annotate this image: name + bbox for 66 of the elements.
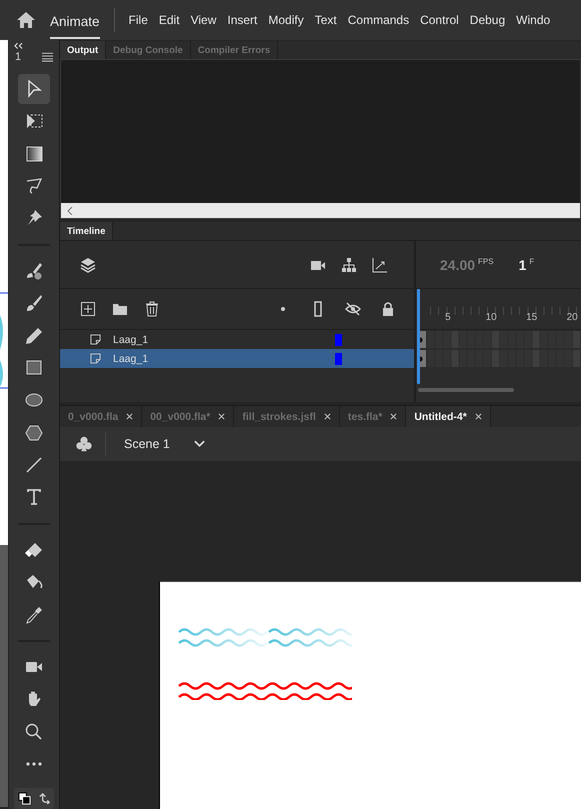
panel-number: 1 [15, 50, 22, 63]
tab-label[interactable]: Untitled-4* [414, 410, 467, 422]
pencil-icon [24, 326, 44, 346]
fps-unit: FPS [478, 257, 494, 266]
frame-value[interactable]: 1 [518, 256, 526, 272]
close-icon[interactable] [474, 413, 482, 420]
frame-number: 10 [486, 312, 497, 323]
layer-color[interactable] [335, 352, 342, 364]
lasso-icon [24, 176, 44, 196]
gradient-icon [24, 144, 44, 164]
menu-item[interactable]: Debug [470, 13, 506, 27]
menu-item[interactable]: File [128, 13, 148, 27]
scrollbar[interactable] [61, 203, 580, 218]
close-icon[interactable] [324, 413, 331, 420]
home-icon[interactable] [16, 10, 36, 30]
frame-unit: F [529, 257, 534, 266]
menu-item[interactable]: Commands [348, 13, 410, 27]
menu-item[interactable]: Edit [158, 13, 180, 27]
more-icon [26, 762, 42, 766]
line-icon [24, 455, 44, 476]
menu-item[interactable]: Insert [227, 13, 258, 27]
layer-row[interactable]: Laag_1 [60, 349, 414, 368]
menu-item[interactable]: Text [314, 13, 337, 27]
frame-number: 15 [526, 312, 538, 323]
layer-name[interactable]: Laag_1 [113, 334, 335, 346]
menu-icon[interactable] [42, 52, 53, 62]
layer-color[interactable] [335, 334, 342, 346]
layer-icon [90, 353, 101, 364]
document-tab[interactable]: Untitled-4* [406, 406, 491, 427]
graph-icon[interactable] [372, 256, 388, 272]
collapse-icon[interactable] [14, 43, 23, 49]
close-icon[interactable] [126, 413, 134, 420]
menu-item[interactable]: View [190, 13, 216, 27]
scene-name[interactable]: Scene 1 [124, 437, 170, 451]
frame-number: 20 [566, 312, 578, 323]
menu-item[interactable]: Modify [268, 13, 304, 27]
close-icon[interactable] [390, 413, 398, 420]
panel-tab[interactable]: Timeline [60, 222, 114, 240]
layers-icon[interactable] [80, 256, 96, 272]
folder-icon[interactable] [112, 301, 128, 317]
text-icon [24, 487, 44, 508]
layer-name[interactable]: Laag_1 [113, 352, 335, 364]
close-icon[interactable] [218, 413, 226, 420]
brush-icon [24, 293, 44, 314]
menu-item[interactable]: Windo [516, 13, 550, 27]
swap-colors-icon[interactable] [18, 792, 30, 806]
menu-item[interactable]: Control [420, 13, 459, 27]
paint-brush-icon [24, 260, 44, 281]
scrollbar-thumb[interactable] [418, 388, 514, 392]
lock-icon[interactable] [380, 301, 396, 317]
tool-button[interactable] [18, 74, 50, 104]
layer-icon [90, 334, 101, 345]
chevron-down-icon[interactable] [194, 440, 205, 448]
scroll-left-icon[interactable] [67, 206, 73, 214]
swap-arrow-icon[interactable] [38, 792, 50, 806]
search-icon [24, 722, 44, 742]
trash-icon[interactable] [144, 301, 160, 317]
hierarchy-icon[interactable] [341, 256, 357, 272]
eyedropper-icon [24, 604, 44, 625]
hexagon-icon [24, 422, 44, 443]
panel-tab[interactable]: Output [60, 41, 106, 59]
club-icon[interactable] [75, 435, 93, 453]
app-name[interactable]: Animate [50, 4, 100, 38]
add-layer-icon[interactable] [80, 301, 96, 317]
eye-slash-icon[interactable] [345, 301, 361, 317]
frame-number: 5 [445, 312, 451, 323]
